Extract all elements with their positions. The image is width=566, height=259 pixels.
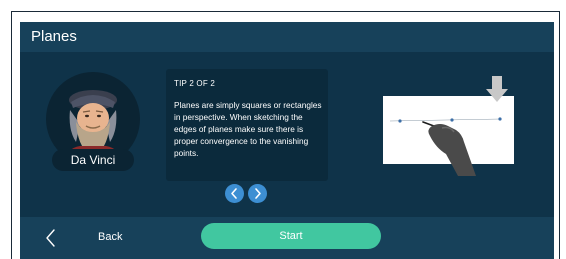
footer-bar: Back Start: [20, 217, 554, 259]
previous-tip-button[interactable]: [225, 184, 244, 203]
character-avatar: Da Vinci: [46, 72, 140, 182]
plane-sketch-illustration: [383, 76, 514, 176]
chevron-right-icon: [255, 188, 261, 199]
tip-content: Da Vinci TIP 2 OF 2 Planes are simply sq…: [20, 52, 554, 217]
chevron-left-icon: [231, 188, 237, 199]
back-label: Back: [98, 231, 123, 243]
tip-counter: TIP 2 OF 2: [174, 79, 215, 88]
tutorial-panel: Planes Da Vinci TIP 2 OF 2 Planes are si…: [20, 22, 554, 259]
back-button[interactable]: Back: [42, 225, 142, 251]
tip-card: TIP 2 OF 2 Planes are simply squares or …: [166, 69, 328, 181]
start-button[interactable]: Start: [201, 223, 381, 249]
chevron-left-icon: [46, 229, 55, 247]
next-tip-button[interactable]: [248, 184, 267, 203]
page-title: Planes: [31, 28, 77, 45]
tip-text: Planes are simply squares or rectangles …: [174, 100, 322, 158]
header-bar: Planes: [20, 22, 554, 52]
character-name: Da Vinci: [52, 149, 134, 171]
